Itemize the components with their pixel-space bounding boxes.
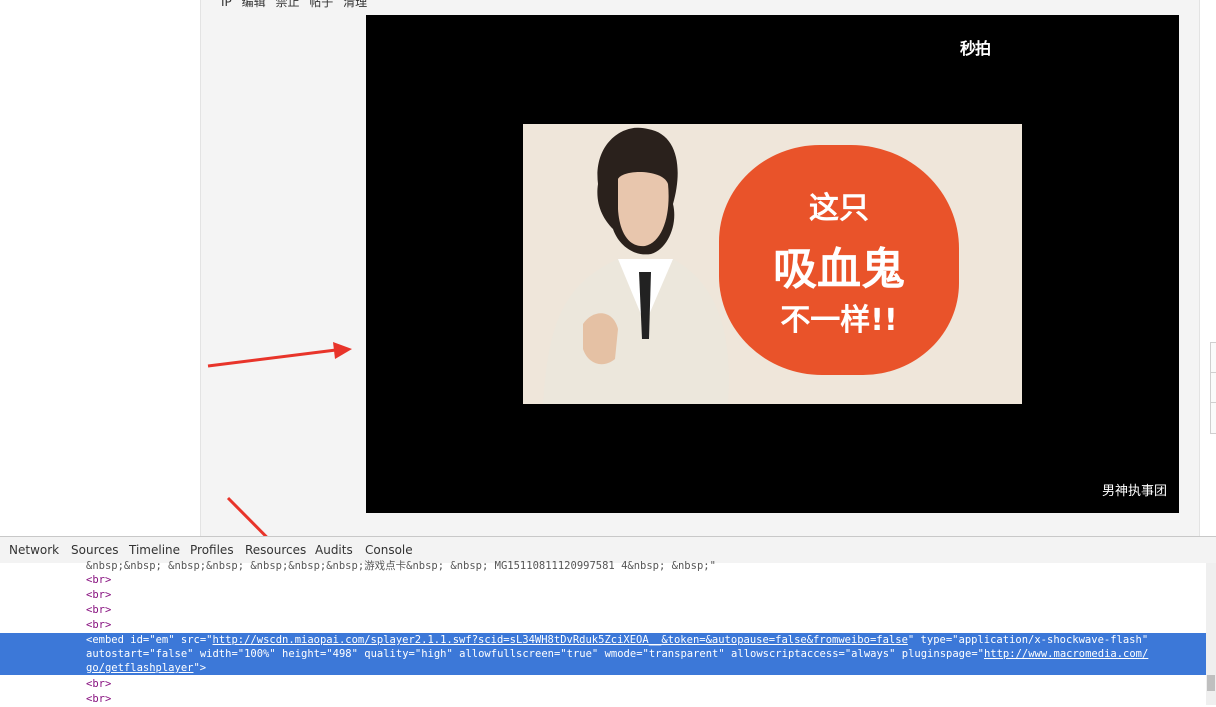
embed-close-tag: > bbox=[199, 662, 207, 674]
embed-autostart-val: false bbox=[155, 648, 188, 660]
post-meta-clean[interactable]: 清理 bbox=[343, 0, 367, 9]
code-line-br[interactable]: <br> bbox=[86, 677, 111, 692]
embed-src-attr: src bbox=[180, 634, 200, 646]
code-line-br[interactable]: <br> bbox=[86, 603, 111, 618]
code-line-br[interactable]: <br> bbox=[86, 588, 111, 603]
embed-id-val: em bbox=[155, 634, 169, 646]
video-caption: 男神执事团 bbox=[1101, 484, 1167, 499]
elements-code-panel[interactable]: &nbsp;&nbsp; &nbsp;&nbsp; &nbsp;&nbsp;&n… bbox=[0, 560, 1206, 705]
side-control-1[interactable] bbox=[1210, 342, 1216, 374]
embed-line-2: autostart="false" width="100%" height="4… bbox=[86, 648, 1149, 660]
embed-wmode-val: transparent bbox=[648, 648, 719, 660]
embed-script-attr: allowscriptaccess bbox=[731, 648, 839, 660]
scrollbar-thumb[interactable] bbox=[1207, 675, 1215, 691]
post-meta-edit[interactable]: 编辑 bbox=[242, 0, 266, 9]
post-meta-links: IP 编辑 禁止 帖子 清理 bbox=[221, 0, 373, 10]
embed-line-1: <embed id="em" src="http://wscdn.miaopai… bbox=[86, 634, 1149, 646]
embed-height-val: 498 bbox=[332, 648, 352, 660]
video-frame: 这只 吸血鬼 不一样!! bbox=[523, 124, 1022, 404]
embed-type-val: application/x-shockwave-flash bbox=[958, 634, 1142, 646]
embed-src-link[interactable]: http://wscdn.miaopai.com/splayer2.1.1.sw… bbox=[213, 634, 908, 646]
embed-fullscreen-attr: allowfullscreen bbox=[459, 648, 554, 660]
tab-console[interactable]: Console bbox=[365, 543, 413, 557]
embed-line-3: go/getflashplayer"> bbox=[86, 662, 207, 674]
left-column bbox=[0, 0, 201, 536]
post-meta-ip[interactable]: IP bbox=[221, 0, 232, 9]
embed-height-attr: height bbox=[282, 648, 320, 660]
tab-sources[interactable]: Sources bbox=[71, 543, 118, 557]
code-line-text: &nbsp;&nbsp; &nbsp;&nbsp; &nbsp;&nbsp;&n… bbox=[86, 560, 716, 572]
frame-text-line3: 不一样!! bbox=[780, 303, 898, 338]
title-blob-text: 这只 吸血鬼 不一样!! bbox=[719, 145, 959, 375]
embed-pluginspage-link[interactable]: http://www.macromedia.com/ bbox=[984, 648, 1148, 660]
tab-resources[interactable]: Resources bbox=[245, 543, 306, 557]
tab-network[interactable]: Network bbox=[9, 543, 59, 557]
side-control-2[interactable] bbox=[1210, 372, 1216, 404]
tab-timeline[interactable]: Timeline bbox=[129, 543, 180, 557]
tab-audits[interactable]: Audits bbox=[315, 543, 353, 557]
embed-quality-attr: quality bbox=[364, 648, 409, 660]
code-line-br[interactable]: <br> bbox=[86, 618, 111, 633]
embed-pluginspage-link-cont[interactable]: go/getflashplayer bbox=[86, 662, 193, 674]
post-meta-posts[interactable]: 帖子 bbox=[309, 0, 333, 9]
embed-open-tag: <embed bbox=[86, 634, 124, 646]
embed-autostart-attr: autostart bbox=[86, 648, 143, 660]
embed-width-val: 100% bbox=[244, 648, 270, 660]
frame-text-line2: 吸血鬼 bbox=[773, 244, 905, 295]
embed-type-attr: type bbox=[920, 634, 946, 646]
side-control-3[interactable] bbox=[1210, 402, 1216, 434]
embed-wmode-attr: wmode bbox=[604, 648, 637, 660]
embed-script-val: always bbox=[851, 648, 890, 660]
selected-embed-node[interactable]: <embed id="em" src="http://wscdn.miaopai… bbox=[0, 633, 1206, 675]
embed-fullscreen-val: true bbox=[566, 648, 592, 660]
embed-width-attr: width bbox=[199, 648, 232, 660]
embed-id-attr: id bbox=[130, 634, 143, 646]
embed-quality-val: high bbox=[421, 648, 447, 660]
video-logo: 秒拍 bbox=[960, 39, 991, 58]
post-meta-ban[interactable]: 禁止 bbox=[275, 0, 299, 9]
embed-pluginspage-attr: pluginspage bbox=[901, 648, 972, 660]
right-edge bbox=[1199, 0, 1216, 536]
frame-text-line1: 这只 bbox=[809, 191, 869, 226]
tab-profiles[interactable]: Profiles bbox=[190, 543, 234, 557]
code-scrollbar[interactable] bbox=[1206, 563, 1216, 705]
code-line-br[interactable]: <br> bbox=[86, 573, 111, 588]
embedded-video-player[interactable]: 秒拍 这只 吸血鬼 不一样!! 男神执事团 bbox=[366, 15, 1179, 513]
